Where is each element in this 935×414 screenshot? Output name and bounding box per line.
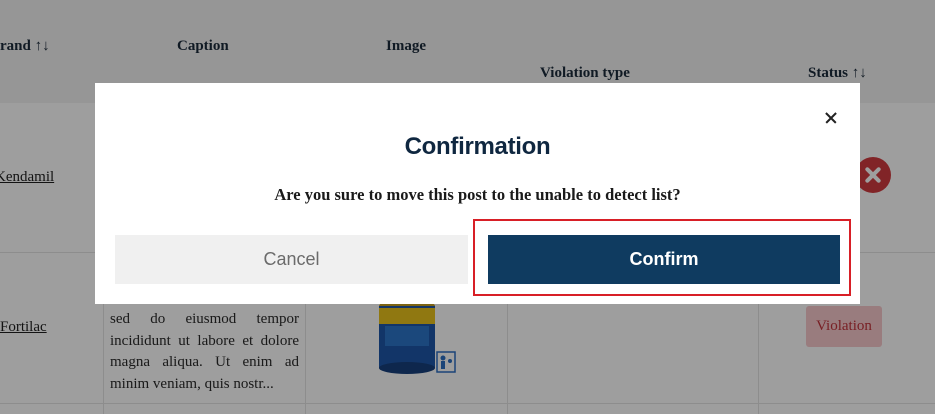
- dialog-title: Confirmation: [404, 133, 551, 160]
- dialog-message: Are you sure to move this post to the un…: [274, 185, 681, 204]
- close-icon[interactable]: [821, 108, 841, 128]
- confirm-button[interactable]: Confirm: [488, 235, 840, 284]
- cancel-button[interactable]: Cancel: [115, 235, 468, 284]
- confirmation-dialog: Confirmation Are you sure to move this p…: [95, 83, 860, 304]
